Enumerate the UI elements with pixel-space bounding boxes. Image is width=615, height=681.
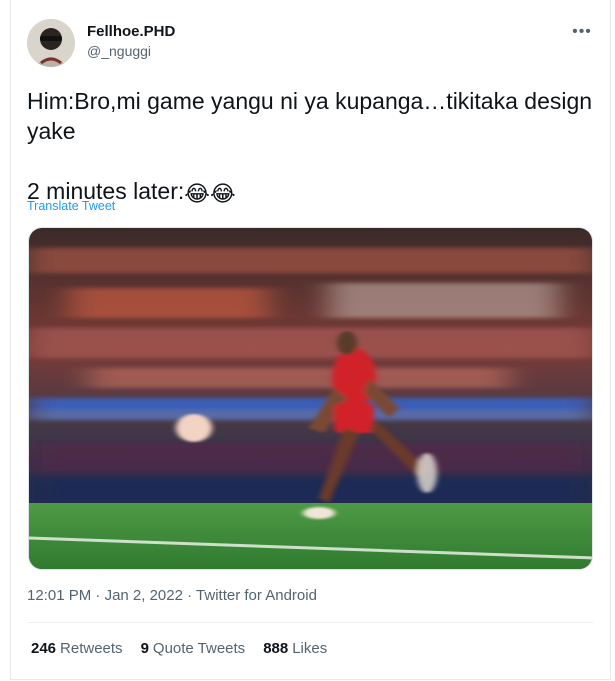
retweets-count: 246 (31, 640, 57, 657)
user-names: Fellhoe.PHD @_nguggi (87, 22, 175, 61)
more-options-icon[interactable]: ••• (570, 20, 594, 44)
face-with-tears-of-joy-icon: 😂 (184, 181, 210, 206)
user-handle[interactable]: @_nguggi (87, 42, 175, 61)
retweets-label: Retweets (60, 640, 123, 657)
divider (27, 622, 594, 623)
display-name[interactable]: Fellhoe.PHD (87, 22, 175, 42)
tweet-time[interactable]: 12:01 PM (27, 587, 91, 604)
likes-count: 888 (263, 640, 289, 657)
football-photo (29, 228, 592, 569)
meta-separator: · (91, 587, 105, 604)
tweet-date[interactable]: Jan 2, 2022 (105, 587, 183, 604)
tweet-media-image[interactable] (28, 227, 593, 570)
tweet-line-1: Him:Bro,mi game yangu ni ya kupanga…tiki… (27, 88, 599, 144)
tweet-source[interactable]: Twitter for Android (196, 587, 317, 604)
avatar-image (27, 19, 75, 67)
likes-label: Likes (292, 640, 328, 657)
tweet-card: Fellhoe.PHD @_nguggi ••• Him:Bro,mi game… (10, 0, 611, 680)
quote-tweets-stat[interactable]: 9 Quote Tweets (141, 640, 246, 657)
tweet-stats: 246 Retweets 9 Quote Tweets 888 Likes (31, 640, 327, 657)
likes-stat[interactable]: 888 Likes (263, 640, 327, 657)
meta-separator: · (182, 587, 197, 604)
tweet-header: Fellhoe.PHD @_nguggi ••• (27, 16, 594, 68)
quote-tweets-label: Quote Tweets (152, 640, 246, 657)
quote-tweets-count: 9 (140, 640, 149, 657)
tweet-text: Him:Bro,mi game yangu ni ya kupanga…tiki… (27, 86, 597, 206)
avatar[interactable] (27, 19, 75, 67)
face-with-tears-of-joy-icon: 😂 (209, 181, 236, 206)
retweets-stat[interactable]: 246 Retweets (31, 640, 123, 657)
tweet-meta: 12:01 PM · Jan 2, 2022 · Twitter for And… (27, 587, 317, 604)
translate-tweet-link[interactable]: Translate Tweet (27, 199, 115, 213)
